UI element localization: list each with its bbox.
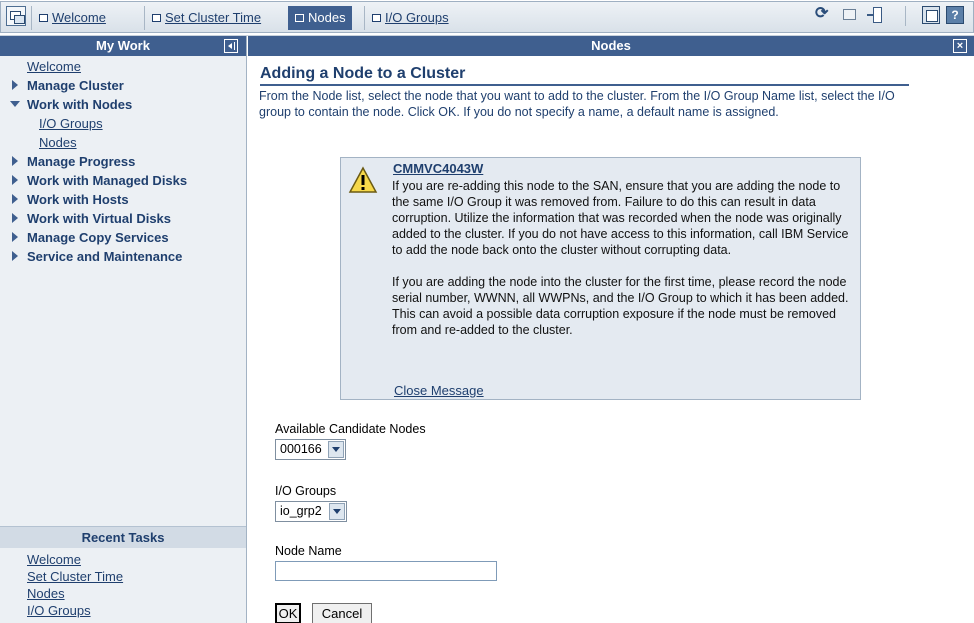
io-groups-select[interactable]: io_grp2 [275,501,347,522]
nav-item-copy-services[interactable]: Manage Copy Services [10,229,246,248]
nav-item-io-groups[interactable]: I/O Groups [10,115,246,134]
nav-item-welcome[interactable]: Welcome [10,58,246,77]
main-header-title: Nodes [591,38,631,53]
tab-box-icon [372,14,381,22]
recent-item-nodes[interactable]: Nodes [27,585,123,602]
tab-io-groups[interactable]: I/O Groups [364,6,455,30]
toolbar-separator [905,6,906,26]
nav-item-managed-disks[interactable]: Work with Managed Disks [10,172,246,191]
recent-item-set-cluster-time[interactable]: Set Cluster Time [27,568,123,585]
nav-item-work-with-nodes[interactable]: Work with Nodes [10,96,246,115]
close-message-link[interactable]: Close Message [394,383,484,398]
my-work-header: My Work [0,36,246,56]
candidate-nodes-label: Available Candidate Nodes [275,422,426,436]
tab-welcome[interactable]: Welcome [31,6,112,30]
tab-box-icon [39,14,48,22]
help-icon[interactable]: ? [946,6,964,24]
collapse-panel-icon[interactable] [224,39,238,53]
portfolio-nav: Welcome Manage Cluster Work with Nodes I… [0,56,246,267]
expand-arrow-icon [12,251,18,261]
recent-item-welcome[interactable]: Welcome [27,551,123,568]
cancel-button[interactable]: Cancel [312,603,372,623]
collapse-arrow-icon [10,101,20,107]
logout-icon[interactable] [866,6,884,24]
my-work-panel: My Work Welcome Manage Cluster Work with… [0,36,247,623]
io-groups-value: io_grp2 [280,504,322,518]
node-name-input[interactable] [275,561,497,581]
recent-tasks-list: Welcome Set Cluster Time Nodes I/O Group… [27,551,123,619]
nav-item-nodes[interactable]: Nodes [10,134,246,153]
sync-icon[interactable] [814,3,832,24]
expand-arrow-icon [12,194,18,204]
monitor-icon[interactable] [840,6,858,24]
tab-box-icon [152,14,161,22]
page-title: Adding a Node to a Cluster [260,65,466,82]
tab-box-icon [295,14,304,22]
node-name-label: Node Name [275,544,342,558]
warning-text: If you are re-adding this node to the SA… [392,178,854,338]
expand-arrow-icon [12,156,18,166]
main-header: Nodes × [248,36,974,56]
recent-item-io-groups[interactable]: I/O Groups [27,602,123,619]
nav-item-virtual-disks[interactable]: Work with Virtual Disks [10,210,246,229]
chevron-down-icon [328,441,344,458]
maximize-icon[interactable] [922,6,940,24]
warning-code-link[interactable]: CMMVC4043W [393,161,483,176]
io-groups-label: I/O Groups [275,484,337,498]
warning-paragraph-1: If you are re-adding this node to the SA… [392,179,849,257]
top-tab-bar: Welcome Set Cluster Time Nodes I/O Group… [0,0,974,36]
ok-button[interactable]: OK [275,603,301,623]
expand-arrow-icon [12,80,18,90]
candidate-nodes-select[interactable]: 000166 [275,439,346,460]
nav-item-hosts[interactable]: Work with Hosts [10,191,246,210]
chevron-down-icon [329,503,345,520]
task-list-icon[interactable] [6,6,26,26]
expand-arrow-icon [12,232,18,242]
title-divider [260,84,909,86]
nav-item-manage-progress[interactable]: Manage Progress [10,153,246,172]
warning-icon [348,166,378,194]
tab-nodes[interactable]: Nodes [288,6,352,30]
my-work-title: My Work [96,38,150,53]
expand-arrow-icon [12,213,18,223]
tab-set-cluster-time[interactable]: Set Cluster Time [144,6,267,30]
warning-paragraph-2: If you are adding the node into the clus… [392,275,849,337]
intro-text: From the Node list, select the node that… [259,89,895,119]
recent-tasks-header: Recent Tasks [0,526,246,548]
close-icon[interactable]: × [953,39,967,53]
candidate-nodes-value: 000166 [280,442,322,456]
nav-item-service-maintenance[interactable]: Service and Maintenance [10,248,246,267]
expand-arrow-icon [12,175,18,185]
nav-item-manage-cluster[interactable]: Manage Cluster [10,77,246,96]
